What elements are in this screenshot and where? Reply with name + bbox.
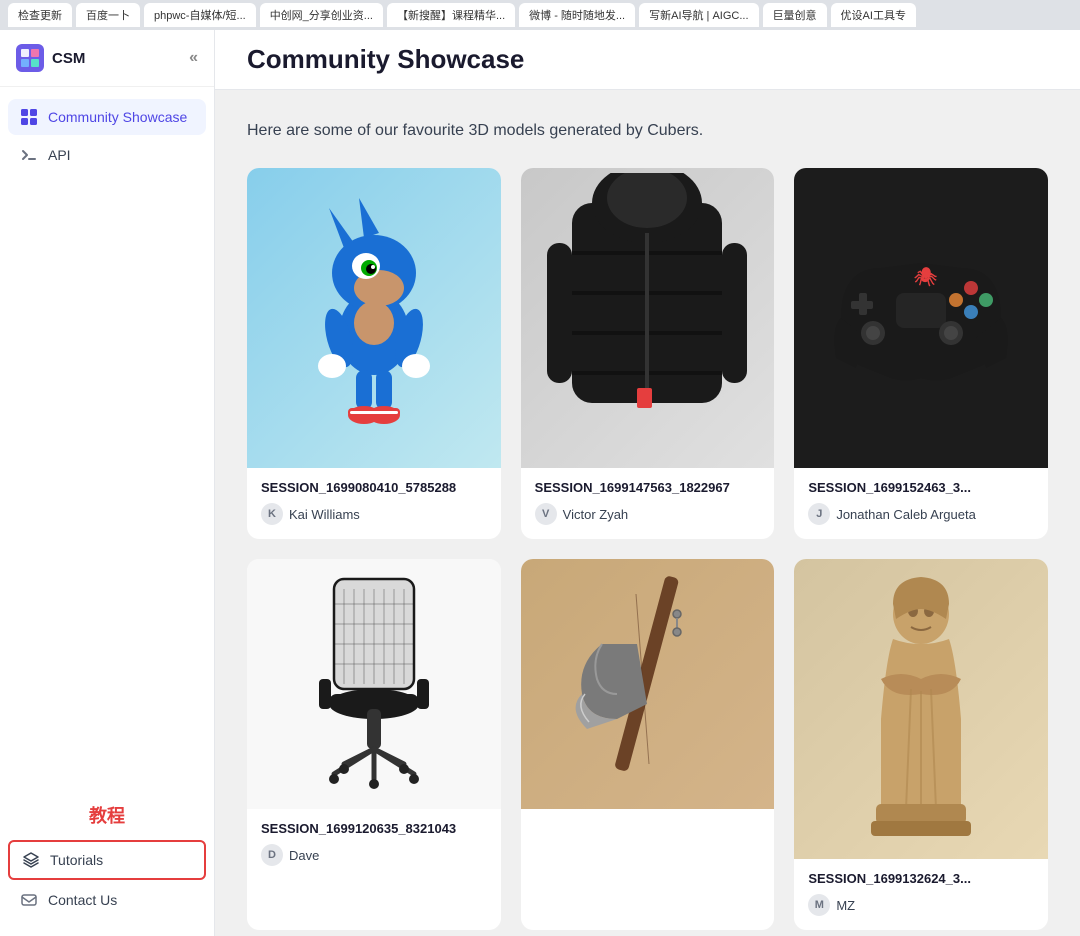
tutorials-icon	[22, 851, 40, 869]
model-card-jacket[interactable]: SESSION_1699147563_1822967 V Victor Zyah	[521, 168, 775, 539]
tab-5[interactable]: 【新搜醒】课程精华...	[387, 3, 515, 27]
card-image-axe	[521, 559, 775, 809]
sidebar-header: CSM «	[0, 30, 214, 87]
card-info-controller: SESSION_1699152463_3... J Jonathan Caleb…	[794, 468, 1048, 539]
sidebar-api-label: API	[48, 147, 71, 163]
model-card-axe[interactable]	[521, 559, 775, 930]
sidebar: CSM « Community Showcase API	[0, 30, 215, 936]
sidebar-bottom: 教程 Tutorials Contact Us	[0, 782, 214, 936]
session-id-chair: SESSION_1699120635_8321043	[261, 821, 487, 836]
card-image-statue	[794, 559, 1048, 859]
contact-icon	[20, 891, 38, 909]
tab-1[interactable]: 检查更新	[8, 3, 72, 27]
user-avatar-controller: J	[808, 503, 830, 525]
grid-icon	[20, 108, 38, 126]
sidebar-item-community-showcase[interactable]: Community Showcase	[8, 99, 206, 135]
card-info-axe	[521, 809, 775, 843]
model-card-controller[interactable]: 🕷 SESSION_1699152463_3...	[794, 168, 1048, 539]
tab-8[interactable]: 巨量创意	[763, 3, 827, 27]
cards-grid: SESSION_1699080410_5785288 K Kai William…	[247, 168, 1048, 930]
tab-3[interactable]: phpwc-自媒体/短...	[144, 3, 256, 27]
card-info-sonic: SESSION_1699080410_5785288 K Kai William…	[247, 468, 501, 539]
user-name-chair: Dave	[289, 848, 319, 863]
model-card-sonic[interactable]: SESSION_1699080410_5785288 K Kai William…	[247, 168, 501, 539]
card-info-statue: SESSION_1699132624_3... M MZ	[794, 859, 1048, 930]
sidebar-nav: Community Showcase API	[0, 87, 214, 782]
model-card-statue[interactable]: SESSION_1699132624_3... M MZ	[794, 559, 1048, 930]
main-content: Community Showcase Here are some of our …	[215, 30, 1080, 936]
user-badge-sonic: K Kai Williams	[261, 503, 360, 525]
logo-text: CSM	[52, 50, 85, 67]
session-id-jacket: SESSION_1699147563_1822967	[535, 480, 761, 495]
csm-logo-icon	[16, 44, 44, 72]
main-body: Here are some of our favourite 3D models…	[215, 90, 1080, 936]
sidebar-community-showcase-label: Community Showcase	[48, 109, 187, 125]
user-avatar-sonic: K	[261, 503, 283, 525]
session-id-statue: SESSION_1699132624_3...	[808, 871, 1034, 886]
user-name-jacket: Victor Zyah	[563, 507, 629, 522]
card-image-controller: 🕷	[794, 168, 1048, 468]
svg-text:🕷: 🕷	[913, 267, 937, 287]
sidebar-contact-label: Contact Us	[48, 892, 117, 908]
tab-2[interactable]: 百度一卜	[76, 3, 140, 27]
user-badge-statue: M MZ	[808, 894, 855, 916]
card-info-chair: SESSION_1699120635_8321043 D Dave	[247, 809, 501, 880]
sidebar-item-tutorials[interactable]: Tutorials	[8, 840, 206, 880]
user-name-sonic: Kai Williams	[289, 507, 360, 522]
tutorial-label: 教程	[8, 790, 206, 840]
tab-7[interactable]: 写新AI导航 | AIGC...	[639, 3, 758, 27]
card-image-chair	[247, 559, 501, 809]
card-image-sonic	[247, 168, 501, 468]
user-name-statue: MZ	[836, 898, 855, 913]
browser-tabs: 检查更新 百度一卜 phpwc-自媒体/短... 中创网_分享创业资... 【新…	[0, 0, 1080, 30]
collapse-sidebar-button[interactable]: «	[189, 49, 198, 67]
user-name-controller: Jonathan Caleb Argueta	[836, 507, 976, 522]
api-icon	[20, 146, 38, 164]
tab-9[interactable]: 优设AI工具专	[831, 3, 916, 27]
main-header: Community Showcase	[215, 30, 1080, 90]
user-avatar-chair: D	[261, 844, 283, 866]
session-id-sonic: SESSION_1699080410_5785288	[261, 480, 487, 495]
card-image-jacket	[521, 168, 775, 468]
page-title: Community Showcase	[247, 44, 1048, 75]
sidebar-tutorials-label: Tutorials	[50, 852, 103, 868]
user-avatar-statue: M	[808, 894, 830, 916]
model-card-chair[interactable]: SESSION_1699120635_8321043 D Dave	[247, 559, 501, 930]
user-badge-jacket: V Victor Zyah	[535, 503, 629, 525]
sidebar-item-api[interactable]: API	[8, 137, 206, 173]
card-info-jacket: SESSION_1699147563_1822967 V Victor Zyah	[521, 468, 775, 539]
tab-4[interactable]: 中创网_分享创业资...	[260, 3, 383, 27]
user-avatar-jacket: V	[535, 503, 557, 525]
user-badge-chair: D Dave	[261, 844, 319, 866]
session-id-controller: SESSION_1699152463_3...	[808, 480, 1034, 495]
user-badge-controller: J Jonathan Caleb Argueta	[808, 503, 976, 525]
page-subtitle: Here are some of our favourite 3D models…	[247, 122, 1048, 140]
logo-area: CSM	[16, 44, 85, 72]
sidebar-item-contact[interactable]: Contact Us	[8, 882, 206, 918]
tab-6[interactable]: 微博 - 随时随地发...	[519, 3, 635, 27]
